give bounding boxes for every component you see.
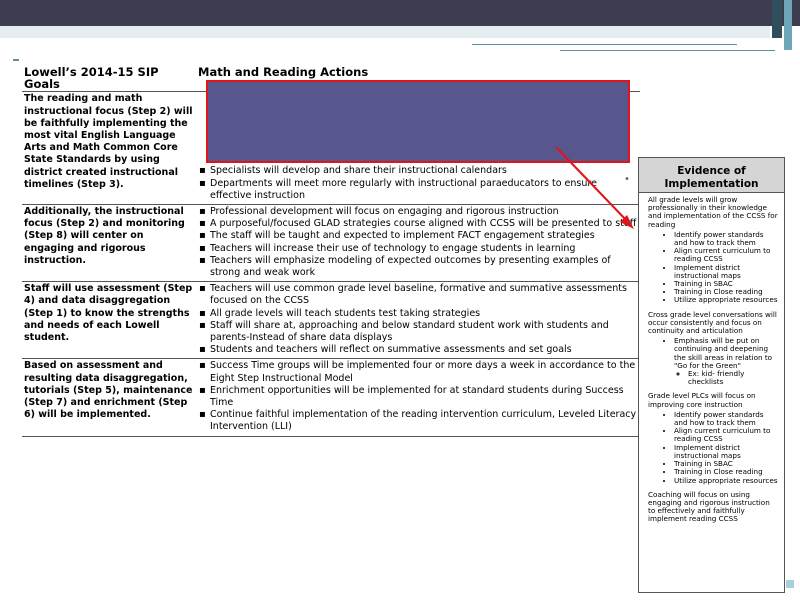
evidence-body: All grade levels will grow professionall… — [639, 193, 784, 524]
slide-accent-bar — [772, 0, 782, 38]
list-item: Implement district instructional maps — [674, 443, 778, 460]
goal-cell: Additionally, the instructional focus (S… — [22, 204, 196, 282]
actions-list: Teachers will use common grade level bas… — [198, 283, 638, 356]
evidence-paragraph: All grade levels will grow professionall… — [648, 195, 778, 229]
list-item: Students and teachers will reflect on su… — [199, 344, 638, 356]
list-item: Align current curriculum to reading CCSS — [674, 247, 778, 264]
list-item: The staff will be taught and expected to… — [199, 230, 638, 242]
evidence-list: Emphasis will be put on continuing and d… — [648, 337, 778, 386]
slide-corner-mark — [786, 580, 794, 588]
highlight-box — [206, 80, 630, 163]
list-item: Enrichment opportunities will be impleme… — [199, 385, 638, 409]
slide-accent-line — [472, 44, 737, 45]
table-row: Based on assessment and resulting data d… — [22, 358, 640, 437]
evidence-title-line1: Evidence of — [677, 165, 746, 177]
goal-cell: The reading and math instructional focus… — [22, 91, 196, 205]
list-item: All grade levels will teach students tes… — [199, 308, 638, 320]
slide-accent-line — [560, 50, 775, 51]
evidence-panel: Evidence of Implementation All grade lev… — [638, 157, 785, 593]
list-item: Emphasis will be put on continuing and d… — [674, 337, 778, 386]
list-item: Specialists will develop and share their… — [199, 165, 638, 177]
overflow-marker: • — [624, 174, 630, 185]
evidence-list: Identify power standards and how to trac… — [648, 230, 778, 305]
evidence-paragraph: Grade level PLCs will focus on improving… — [648, 391, 756, 409]
list-item: Utilize appropriate resources — [674, 476, 778, 485]
slide-bullet-marker — [13, 59, 19, 61]
slide-accent-bar — [784, 0, 792, 50]
evidence-paragraph: Coaching will focus on using engaging an… — [648, 489, 770, 524]
list-item: Staff will share at, approaching and bel… — [199, 320, 638, 344]
list-item: Identify power standards and how to trac… — [674, 410, 778, 427]
list-item: Teachers will emphasize modeling of expe… — [199, 255, 638, 279]
list-item: Teachers will use common grade level bas… — [199, 283, 638, 307]
evidence-header: Evidence of Implementation — [639, 157, 784, 193]
table-row: Staff will use assessment (Step 4) and d… — [22, 281, 640, 359]
actions-cell: Professional development will focus on e… — [196, 204, 640, 282]
actions-list: Specialists will develop and share their… — [198, 165, 638, 202]
list-item: Align current curriculum to reading CCSS — [674, 427, 778, 444]
actions-list: Success Time groups will be implemented … — [198, 360, 638, 433]
goal-cell: Staff will use assessment (Step 4) and d… — [22, 281, 196, 359]
list-item: Success Time groups will be implemented … — [199, 360, 638, 384]
list-item: Departments will meet more regularly wit… — [199, 178, 638, 202]
list-item: Professional development will focus on e… — [199, 206, 638, 218]
list-item: Implement district instructional maps — [674, 263, 778, 280]
goals-column-header: Lowell’s 2014-15 SIP Goals — [24, 65, 159, 92]
list-item: A purposeful/focused GLAD strategies cou… — [199, 218, 638, 230]
list-item: Identify power standards and how to trac… — [674, 230, 778, 247]
actions-list: Professional development will focus on e… — [198, 206, 638, 279]
actions-cell: Teachers will use common grade level bas… — [196, 281, 640, 359]
list-item: Teachers will increase their use of tech… — [199, 243, 638, 255]
evidence-title-line2: Implementation — [664, 178, 759, 190]
list-item: Ex: kid- friendly checklists — [688, 369, 778, 386]
list-item-text: Emphasis will be put on continuing and d… — [674, 336, 773, 370]
slide-top-band — [0, 26, 770, 38]
actions-cell: Success Time groups will be implemented … — [196, 358, 640, 437]
list-item: Utilize appropriate resources — [674, 296, 778, 304]
evidence-sublist: Ex: kid- friendly checklists — [674, 369, 778, 386]
table-row: Additionally, the instructional focus (S… — [22, 204, 640, 282]
list-item: Continue faithful implementation of the … — [199, 409, 638, 433]
evidence-paragraph: Cross grade level conversations will occ… — [648, 309, 777, 336]
goal-cell: Based on assessment and resulting data d… — [22, 358, 196, 437]
slide-top-bar — [0, 0, 800, 26]
evidence-list: Identify power standards and how to trac… — [648, 410, 778, 485]
